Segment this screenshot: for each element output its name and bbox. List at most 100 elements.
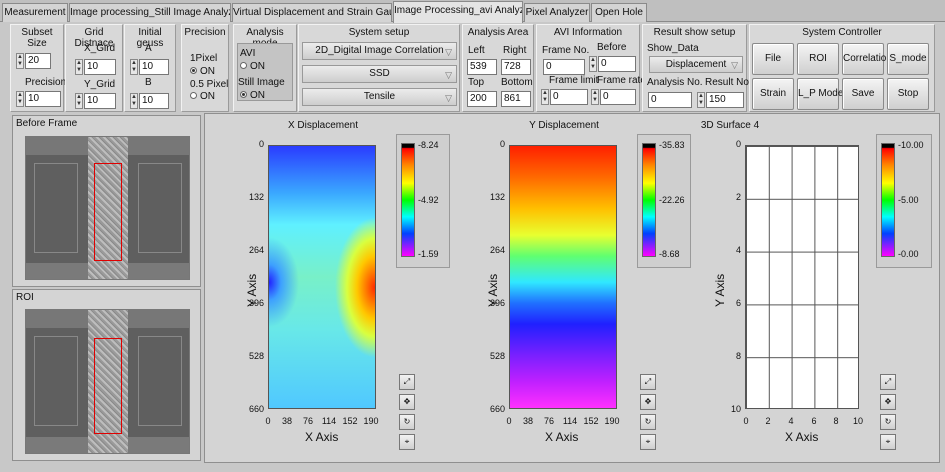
save-button[interactable]: Save bbox=[842, 78, 884, 110]
tab-open-hole[interactable]: Open Hole bbox=[591, 3, 647, 22]
rotate-icon[interactable]: ↻ bbox=[399, 414, 415, 430]
pan-icon[interactable]: ✥ bbox=[640, 394, 656, 410]
precision-spinner[interactable]: ▲ ▼ bbox=[16, 91, 24, 107]
system-setup-panel: System setup 2D_Digital Image Correlatio… bbox=[298, 24, 460, 112]
x-displacement-title: X Displacement bbox=[287, 120, 359, 131]
y-tick: 132 bbox=[248, 192, 264, 202]
stop-button[interactable]: Stop bbox=[887, 78, 929, 110]
initial-guess-panel: Initial geuss A ▲ ▼ 10 B ▲ ▼ 10 bbox=[124, 24, 176, 112]
pointer-icon[interactable]: ⌖ bbox=[399, 434, 415, 450]
chevron-down-icon: ▽ bbox=[445, 70, 452, 80]
y-colorbar bbox=[642, 143, 656, 257]
show-data-label: Show_Data bbox=[647, 43, 699, 54]
a-spinner[interactable]: ▲ ▼ bbox=[130, 59, 138, 75]
before-input[interactable]: 0 bbox=[598, 56, 636, 72]
left-input[interactable]: 539 bbox=[467, 59, 497, 75]
precision-panel: Precision 1Pixel ON 0.5 Pixel ON bbox=[181, 24, 229, 112]
b-input[interactable]: 10 bbox=[139, 93, 169, 109]
frame-limit-input[interactable]: 0 bbox=[550, 89, 588, 105]
avi-radio[interactable]: ON bbox=[240, 62, 265, 72]
zoom-icon[interactable]: ⤢ bbox=[880, 374, 896, 390]
y-tick: 528 bbox=[248, 351, 264, 361]
result-no-label: Result No. bbox=[705, 77, 752, 88]
subset-spinner[interactable]: ▲ ▼ bbox=[16, 53, 24, 69]
correlation-button[interactable]: Correlation bbox=[842, 43, 892, 75]
analysis-area-panel: Analysis Area Left Right 539 728 Top Bot… bbox=[462, 24, 534, 112]
y-plot-xlabel: X Axis bbox=[545, 430, 579, 444]
grid-distance-panel: Grid Distnace X_Gird ▲ ▼ 10 Y_Grid ▲ ▼ 10 bbox=[65, 24, 123, 112]
pointer-icon[interactable]: ⌖ bbox=[880, 434, 896, 450]
subset-size-input[interactable]: 20 bbox=[25, 53, 51, 69]
roi-frame-image bbox=[25, 309, 190, 454]
analysis-no-input[interactable]: 0 bbox=[648, 92, 692, 108]
result-no-spinner[interactable]: ▲ ▼ bbox=[697, 92, 705, 108]
roi-rectangle bbox=[94, 163, 122, 261]
pan-icon[interactable]: ✥ bbox=[880, 394, 896, 410]
a-input[interactable]: 10 bbox=[139, 59, 169, 75]
before-label: Before bbox=[597, 42, 627, 53]
x-tick: 76 bbox=[302, 416, 313, 426]
colorbar-label: -4.92 bbox=[418, 195, 439, 205]
frame-rate-spinner[interactable]: ▲ ▼ bbox=[591, 89, 599, 105]
bottom-input[interactable]: 861 bbox=[501, 91, 531, 107]
y-grid-label: Y_Grid bbox=[84, 79, 116, 90]
colorbar-label: -22.26 bbox=[659, 195, 685, 205]
before-frame-title: Before Frame bbox=[16, 118, 78, 129]
precision-input[interactable]: 10 bbox=[25, 91, 61, 107]
show-data-dropdown[interactable]: Displacement ▽ bbox=[649, 56, 743, 73]
zoom-icon[interactable]: ⤢ bbox=[399, 374, 415, 390]
half-pixel-radio[interactable]: ON bbox=[190, 92, 215, 102]
pointer-icon[interactable]: ⌖ bbox=[640, 434, 656, 450]
lp-mode-button[interactable]: L_P Mode bbox=[797, 78, 843, 110]
tab-pixel-analyzer[interactable]: Pixel Analyzer bbox=[524, 3, 590, 22]
x-tick: 152 bbox=[342, 416, 358, 426]
colorbar-label: -1.59 bbox=[418, 249, 439, 259]
colorbar-label: -35.83 bbox=[659, 140, 685, 150]
s-mode-button[interactable]: S_mode bbox=[887, 43, 929, 75]
result-no-input[interactable]: 150 bbox=[706, 92, 744, 108]
x-tick: 0 bbox=[506, 416, 512, 426]
half-pixel-label: 0.5 Pixel bbox=[190, 79, 229, 90]
frame-limit-spinner[interactable]: ▲ ▼ bbox=[541, 89, 549, 105]
rotate-icon[interactable]: ↻ bbox=[640, 414, 656, 430]
chevron-down-icon: ▽ bbox=[445, 47, 452, 57]
tab-avi-analyzer[interactable]: Image Processing_avi Analyzer bbox=[393, 1, 523, 23]
roi-frame-title: ROI bbox=[16, 292, 34, 303]
y-tick: 264 bbox=[248, 245, 264, 255]
surface-colorbar bbox=[881, 143, 895, 257]
frame-no-input[interactable]: 0 bbox=[543, 59, 585, 75]
tab-measurement[interactable]: Measurement bbox=[2, 3, 68, 22]
frame-no-label: Frame No. bbox=[542, 45, 590, 56]
y-grid-spinner[interactable]: ▲ ▼ bbox=[75, 93, 83, 109]
tab-still-image-analyzer[interactable]: Image processing_Still Image Analyzer bbox=[69, 3, 231, 22]
criterion-dropdown[interactable]: SSD ▽ bbox=[302, 65, 457, 83]
tab-virtual-gauge[interactable]: Virtual Displacement and Strain Gauge bbox=[232, 3, 392, 22]
x-tick: 190 bbox=[363, 416, 379, 426]
x-grid-input[interactable]: 10 bbox=[84, 59, 116, 75]
frame-rate-input[interactable]: 0 bbox=[600, 89, 636, 105]
x-tick: 0 bbox=[265, 416, 271, 426]
roi-button[interactable]: ROI bbox=[797, 43, 839, 75]
method-dropdown[interactable]: 2D_Digital Image Correlation ▽ bbox=[302, 42, 457, 60]
y-tick: 0 bbox=[258, 139, 264, 149]
one-pixel-radio[interactable]: ON bbox=[190, 67, 215, 77]
surface-plot-area bbox=[745, 145, 859, 409]
x-grid-spinner[interactable]: ▲ ▼ bbox=[75, 59, 83, 75]
right-input[interactable]: 728 bbox=[501, 59, 531, 75]
pan-icon[interactable]: ✥ bbox=[399, 394, 415, 410]
colorbar-label: -8.24 bbox=[418, 140, 439, 150]
chevron-down-icon: ▽ bbox=[731, 60, 738, 70]
surface-plot-title: 3D Surface 4 bbox=[700, 120, 760, 131]
rotate-icon[interactable]: ↻ bbox=[880, 414, 896, 430]
top-input[interactable]: 200 bbox=[467, 91, 497, 107]
x-tick: 114 bbox=[321, 416, 337, 426]
still-image-radio[interactable]: ON bbox=[240, 91, 265, 101]
frame-limit-label: Frame limit bbox=[549, 75, 599, 86]
y-grid-input[interactable]: 10 bbox=[84, 93, 116, 109]
b-spinner[interactable]: ▲ ▼ bbox=[130, 93, 138, 109]
strain-button[interactable]: Strain bbox=[752, 78, 794, 110]
file-button[interactable]: File bbox=[752, 43, 794, 75]
zoom-icon[interactable]: ⤢ bbox=[640, 374, 656, 390]
test-dropdown[interactable]: Tensile ▽ bbox=[302, 88, 457, 106]
before-spinner[interactable]: ▲ ▼ bbox=[589, 56, 597, 72]
